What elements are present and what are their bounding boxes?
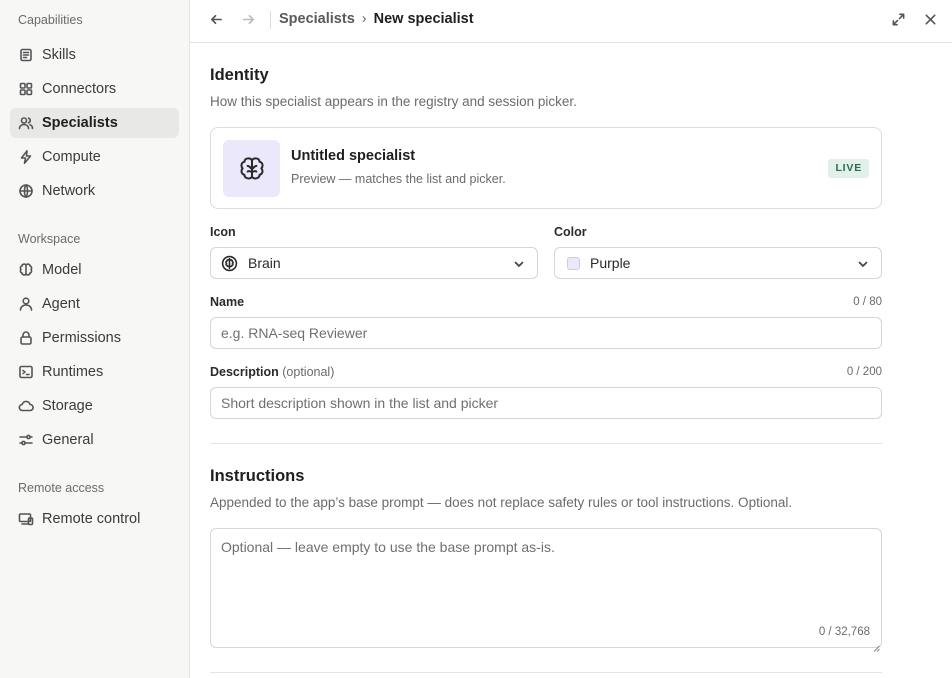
remote-control-icon <box>18 511 34 527</box>
breadcrumb-separator: › <box>361 11 367 27</box>
sidebar-item-label: General <box>42 432 94 448</box>
sidebar-item-label: Model <box>42 262 82 278</box>
globe-icon <box>18 183 34 199</box>
brain-icon <box>18 262 34 278</box>
breadcrumb-specialists-link[interactable]: Specialists <box>279 11 355 27</box>
page-header: Specialists › New specialist <box>190 0 952 43</box>
sidebar-item-label: Storage <box>42 398 93 414</box>
expand-button[interactable] <box>887 8 909 30</box>
header-divider <box>270 11 271 29</box>
sidebar-item-specialists[interactable]: Specialists <box>10 108 179 138</box>
brain-icon <box>239 156 264 179</box>
sidebar-item-network[interactable]: Network <box>10 176 179 206</box>
arrow-right-icon <box>242 14 254 24</box>
sidebar-section-capabilities: Capabilities <box>18 13 83 27</box>
instructions-char-counter: 0 / 32,768 <box>818 626 870 638</box>
skills-icon <box>18 47 34 63</box>
close-button[interactable] <box>919 8 941 30</box>
preview-subtitle: Preview — matches the list and picker. <box>291 172 506 186</box>
breadcrumb: Specialists › New specialist <box>279 11 474 27</box>
lock-icon <box>18 330 34 346</box>
sliders-icon <box>18 432 34 448</box>
expand-icon <box>892 13 904 25</box>
sidebar-section-remote-access: Remote access <box>18 481 105 495</box>
sidebar-item-label: Network <box>42 183 96 199</box>
description-field-label: Description (optional) <box>210 365 334 379</box>
agent-icon <box>18 296 34 312</box>
sidebar-item-runtimes[interactable]: Runtimes <box>10 357 179 387</box>
description-label-text: Description <box>210 365 279 379</box>
section-divider <box>210 443 882 444</box>
terminal-icon <box>18 364 34 380</box>
sidebar-item-label: Specialists <box>42 115 118 131</box>
sidebar-item-connectors[interactable]: Connectors <box>10 74 179 104</box>
name-input[interactable] <box>210 317 882 349</box>
chevron-down-icon <box>513 257 525 269</box>
compute-icon <box>18 149 34 165</box>
sidebar-item-label: Compute <box>42 149 101 165</box>
sidebar-item-label: Runtimes <box>42 364 104 380</box>
sidebar-item-label: Permissions <box>42 330 121 346</box>
color-field-label: Color <box>554 225 587 239</box>
sidebar-item-compute[interactable]: Compute <box>10 142 179 172</box>
specialist-preview-card: Untitled specialist Preview — matches th… <box>210 127 882 209</box>
sidebar-item-permissions[interactable]: Permissions <box>10 323 179 353</box>
back-button[interactable] <box>205 8 227 30</box>
instructions-title: Instructions <box>210 467 305 485</box>
forward-button[interactable] <box>237 8 259 30</box>
name-char-counter: 0 / 80 <box>853 296 882 308</box>
icon-select-value: Brain <box>248 255 281 271</box>
icon-field-label: Icon <box>210 225 236 239</box>
close-icon <box>924 13 936 25</box>
section-divider <box>210 672 882 673</box>
arrow-left-icon <box>210 14 222 24</box>
sidebar-item-agent[interactable]: Agent <box>10 289 179 319</box>
cloud-icon <box>18 398 34 414</box>
color-select[interactable]: Purple <box>554 247 882 279</box>
instructions-textarea[interactable] <box>210 528 882 648</box>
description-char-counter: 0 / 200 <box>846 366 882 378</box>
description-input[interactable] <box>210 387 882 419</box>
preview-name: Untitled specialist <box>291 148 416 164</box>
icon-select[interactable]: Brain <box>210 247 538 279</box>
specialists-icon <box>18 115 34 131</box>
sidebar-item-remote-control[interactable]: Remote control <box>10 504 179 534</box>
connectors-icon <box>18 81 34 97</box>
settings-sidebar: Capabilities Skills Connectors Specialis… <box>0 0 190 678</box>
preview-icon-tile <box>223 140 280 197</box>
optional-hint: (optional) <box>282 365 335 379</box>
sidebar-item-storage[interactable]: Storage <box>10 391 179 421</box>
breadcrumb-current: New specialist <box>373 11 474 27</box>
name-field-label: Name <box>210 295 245 309</box>
sidebar-item-label: Remote control <box>42 511 141 527</box>
sidebar-item-label: Connectors <box>42 81 117 97</box>
chevron-down-icon <box>857 257 869 269</box>
sidebar-item-skills[interactable]: Skills <box>10 40 179 70</box>
identity-description: How this specialist appears in the regis… <box>210 94 577 109</box>
sidebar-item-general[interactable]: General <box>10 425 179 455</box>
instructions-description: Appended to the app’s base prompt — does… <box>210 495 793 510</box>
resize-handle[interactable] <box>873 639 880 652</box>
color-swatch <box>567 256 580 270</box>
sidebar-section-workspace: Workspace <box>18 232 81 246</box>
color-select-value: Purple <box>590 255 631 271</box>
sidebar-item-label: Skills <box>42 47 76 63</box>
sidebar-item-model[interactable]: Model <box>10 255 179 285</box>
live-badge: LIVE <box>828 159 869 178</box>
identity-title: Identity <box>210 66 269 84</box>
sidebar-item-label: Agent <box>42 296 80 312</box>
brain-icon <box>221 255 238 272</box>
